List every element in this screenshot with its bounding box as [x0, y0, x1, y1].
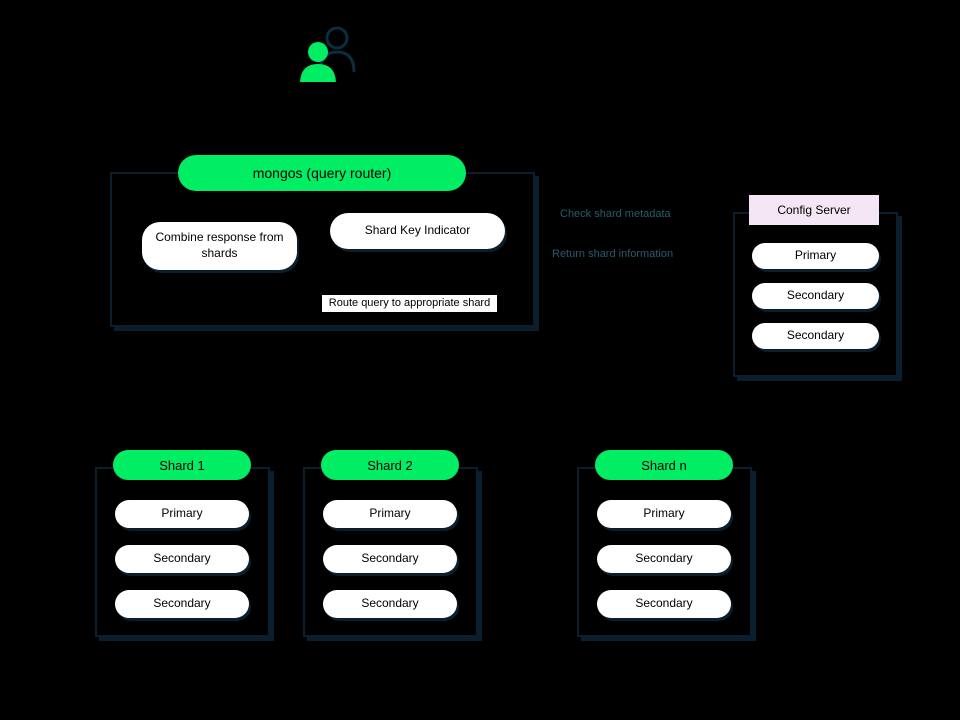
return-info-label: Return shard information — [552, 248, 673, 260]
config-primary-node: Primary — [752, 243, 879, 269]
config-secondary-node-2: Secondary — [752, 323, 879, 349]
shard-n-secondary-node-2: Secondary — [597, 590, 731, 618]
mongos-header: mongos (query router) — [178, 155, 466, 191]
route-query-label: Route query to appropriate shard — [322, 295, 497, 312]
shard-1-secondary-node-1: Secondary — [115, 545, 249, 573]
shard-2-header: Shard 2 — [321, 450, 459, 480]
shard-n-secondary-node-1: Secondary — [597, 545, 731, 573]
shard-1-secondary-node-2: Secondary — [115, 590, 249, 618]
check-metadata-label: Check shard metadata — [560, 208, 671, 220]
shard-1-header: Shard 1 — [113, 450, 251, 480]
shard-n-primary-node: Primary — [597, 500, 731, 528]
shard-1-primary-node: Primary — [115, 500, 249, 528]
combine-response-label: Combine response from shards — [142, 222, 297, 270]
shard-key-indicator-label: Shard Key Indicator — [330, 213, 505, 249]
shard-2-primary-node: Primary — [323, 500, 457, 528]
shard-2-secondary-node-2: Secondary — [323, 590, 457, 618]
config-secondary-node-1: Secondary — [752, 283, 879, 309]
shard-2-secondary-node-1: Secondary — [323, 545, 457, 573]
users-icon — [295, 22, 365, 82]
config-server-header: Config Server — [749, 195, 879, 225]
shard-n-header: Shard n — [595, 450, 733, 480]
